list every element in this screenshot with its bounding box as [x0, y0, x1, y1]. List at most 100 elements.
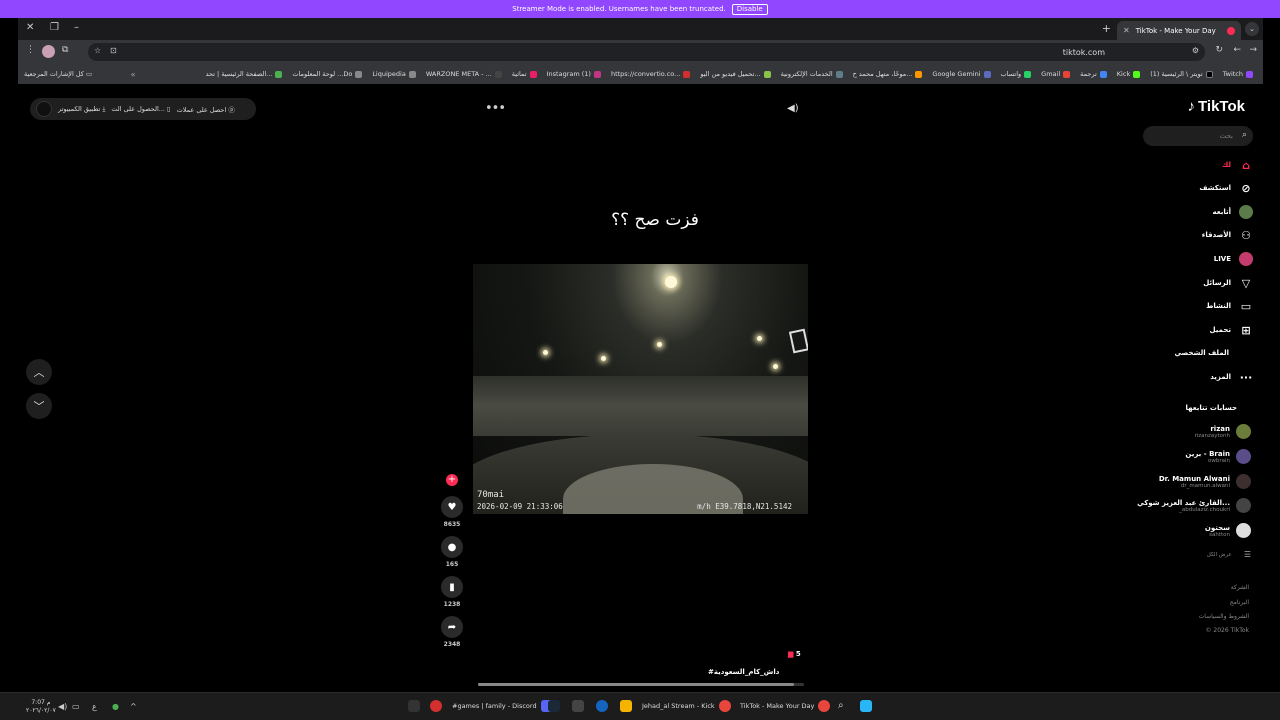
volume-icon[interactable]: ◀)	[787, 103, 799, 114]
bookmark-item[interactable]: Instagram (1)	[547, 70, 601, 78]
gift-icon: ▆	[788, 650, 794, 658]
taskbar-item[interactable]	[596, 700, 608, 712]
following-account[interactable]: Dr. Mamun Alwani dr_mamun.alwani	[1159, 474, 1251, 489]
taskbar-search[interactable]: ⌕	[838, 700, 844, 711]
nav-live[interactable]: LIVE	[1214, 250, 1253, 268]
restore-window-icon[interactable]: ❐	[50, 22, 59, 33]
bookmark-item[interactable]: تحميل فيديو من اليو...	[700, 70, 771, 78]
search-icon[interactable]: ⌕	[1242, 130, 1247, 140]
nav-activity[interactable]: النشاط ▭	[1206, 297, 1253, 315]
site-settings-icon[interactable]: ⚙	[1192, 46, 1199, 55]
taskbar-item[interactable]	[430, 700, 442, 712]
follow-plus-button[interactable]: +	[446, 474, 458, 486]
nav-messages[interactable]: الرسائل ▽	[1203, 274, 1253, 292]
bookmarks-overflow-icon[interactable]: «	[131, 70, 136, 79]
comment-button[interactable]: ●	[441, 536, 463, 558]
taskbar-kick[interactable]: Jehad_al Stream - Kick	[642, 700, 731, 712]
following-account[interactable]: سحتون sahtton	[1205, 523, 1251, 538]
minimize-window-icon[interactable]: –	[74, 22, 79, 33]
bookmark-item[interactable]: Google Gemini	[932, 70, 991, 78]
bookmark-item[interactable]: ترجمة	[1080, 70, 1107, 78]
more-options-icon[interactable]: •••	[485, 101, 506, 116]
see-all-link[interactable]: عرض الكل ☰	[1207, 550, 1251, 559]
taskbar-item[interactable]	[572, 700, 584, 712]
tray-chevron-up-icon[interactable]: ^	[130, 702, 137, 711]
bookmark-item[interactable]: واتساب	[1001, 70, 1032, 78]
extensions-icon[interactable]: ⧉	[62, 45, 68, 55]
all-bookmarks[interactable]: كل الإشارات المرجعية ▭	[24, 70, 92, 78]
mic-icon[interactable]: ●	[112, 702, 119, 711]
following-account[interactable]: rizan rizanzaytonh	[1194, 424, 1251, 439]
gift-badge[interactable]: ▆ 5	[788, 650, 801, 658]
reload-icon[interactable]: ↻	[1215, 45, 1223, 55]
next-video-button[interactable]: ﹀	[26, 393, 52, 419]
nav-for-you[interactable]: لك ⌂	[1222, 156, 1253, 174]
bookmark-item[interactable]: Liquipedia	[372, 70, 416, 78]
bookmark-item[interactable]: تماثية	[512, 70, 537, 78]
nav-following[interactable]: أتابعه	[1213, 203, 1253, 221]
chrome-icon	[818, 700, 831, 712]
app-icon	[572, 700, 584, 712]
footer-company[interactable]: الشركة	[1231, 584, 1249, 591]
disable-streamer-button[interactable]: Disable	[731, 3, 768, 15]
profile-circle-icon[interactable]	[36, 101, 52, 117]
back-icon[interactable]: ←	[1233, 45, 1241, 55]
taskbar-clock[interactable]: 7:07 م ٢٠٢٦/٠٢/٠٧	[26, 699, 56, 715]
share-button[interactable]: ➦	[441, 616, 463, 638]
bookmark-item[interactable]: موحًا، متهل محمد ح...	[853, 70, 923, 78]
tab-search-icon[interactable]: ⌄	[1245, 22, 1259, 36]
nav-friends[interactable]: الأصدقاء ⚇	[1202, 226, 1253, 244]
nav-explore[interactable]: استكشف ⊘	[1199, 179, 1253, 197]
bookmark-item[interactable]: Twitch	[1223, 70, 1253, 78]
video-progress-bar[interactable]	[478, 683, 804, 686]
bookmark-item[interactable]: WARZONE META - ...	[426, 70, 502, 78]
bookmark-item[interactable]: الخدمات الإلكترونية	[781, 70, 843, 78]
chevron-up-icon: ︿	[33, 366, 45, 379]
bookmark-item[interactable]: https://convertio.co...	[611, 70, 691, 78]
bookmark-item[interactable]: تويتر \ الرئيسية (1)	[1150, 70, 1213, 78]
taskbar-item[interactable]	[408, 700, 420, 712]
taskbar-tiktok[interactable]: TikTok - Make Your Day	[740, 700, 831, 712]
bookmark-item[interactable]: Kick	[1117, 70, 1141, 78]
profile-avatar[interactable]	[42, 45, 55, 58]
address-bar[interactable]: ☆ ⊡ tiktok.com ⚙	[88, 43, 1205, 61]
new-tab-button[interactable]: +	[1102, 22, 1111, 35]
taskbar-start[interactable]	[860, 700, 872, 712]
app-icon	[430, 700, 442, 712]
speaker-icon[interactable]: ◀)	[58, 702, 67, 711]
get-app-button[interactable]: الحصول على الت... ▯	[111, 105, 170, 113]
tab-tiktok[interactable]: ✕ TikTok - Make Your Day	[1117, 21, 1241, 40]
bookmark-item[interactable]: الصفحة الرئيسية | تحد...	[206, 70, 283, 78]
avatar	[1236, 474, 1251, 489]
get-coins-button[interactable]: احصل على عملات ⓟ	[177, 104, 235, 114]
pc-app-button[interactable]: تطبيق الكمبيوتر ⤓	[58, 105, 105, 114]
taskbar-steam[interactable]	[548, 700, 560, 712]
tiktok-favicon-icon	[1227, 26, 1235, 35]
network-icon[interactable]: ▭	[72, 702, 80, 711]
bookmark-star-icon[interactable]: ☆	[94, 46, 101, 55]
following-account[interactable]: برين - Brain owbrain	[1185, 449, 1251, 464]
language-icon[interactable]: ع	[92, 702, 97, 711]
nav-profile[interactable]: الملف الشخصي	[1174, 344, 1229, 362]
footer-program[interactable]: البرنامج	[1230, 599, 1249, 606]
video-hashtag[interactable]: #داش_كام_السعودية	[708, 668, 779, 676]
search-input[interactable]: بحث ⌕	[1143, 126, 1253, 146]
tab-close-icon[interactable]: ✕	[1123, 26, 1130, 35]
following-account[interactable]: القارئ عبد العزيز شوكي... _abdulaziz.chou…	[1137, 498, 1251, 513]
save-button[interactable]: ▮	[441, 576, 463, 598]
taskbar-file-explorer[interactable]	[620, 700, 632, 712]
video-player[interactable]: 70mai 2026-02-09 21:33:06 m/h E39.7818,N…	[473, 264, 808, 514]
bookmark-item[interactable]: لوحة المعلومات ...Do	[292, 70, 363, 78]
forward-icon[interactable]: →	[1249, 45, 1257, 55]
close-window-icon[interactable]: ✕	[26, 22, 34, 33]
bookmark-item[interactable]: Gmail	[1041, 70, 1071, 78]
like-button[interactable]: ♥	[441, 496, 463, 518]
cast-icon[interactable]: ⊡	[110, 46, 117, 55]
footer-terms[interactable]: الشروط والسياسات	[1199, 613, 1249, 620]
taskbar-discord[interactable]: #games | family - Discord	[452, 700, 553, 712]
menu-dots-icon[interactable]: ⋮	[26, 45, 35, 55]
nav-upload[interactable]: تحميل ⊞	[1210, 321, 1253, 339]
tiktok-logo[interactable]: ♪ TikTok	[1188, 98, 1245, 115]
previous-video-button[interactable]: ︿	[26, 359, 52, 385]
nav-more[interactable]: المزيد ···	[1210, 368, 1253, 386]
